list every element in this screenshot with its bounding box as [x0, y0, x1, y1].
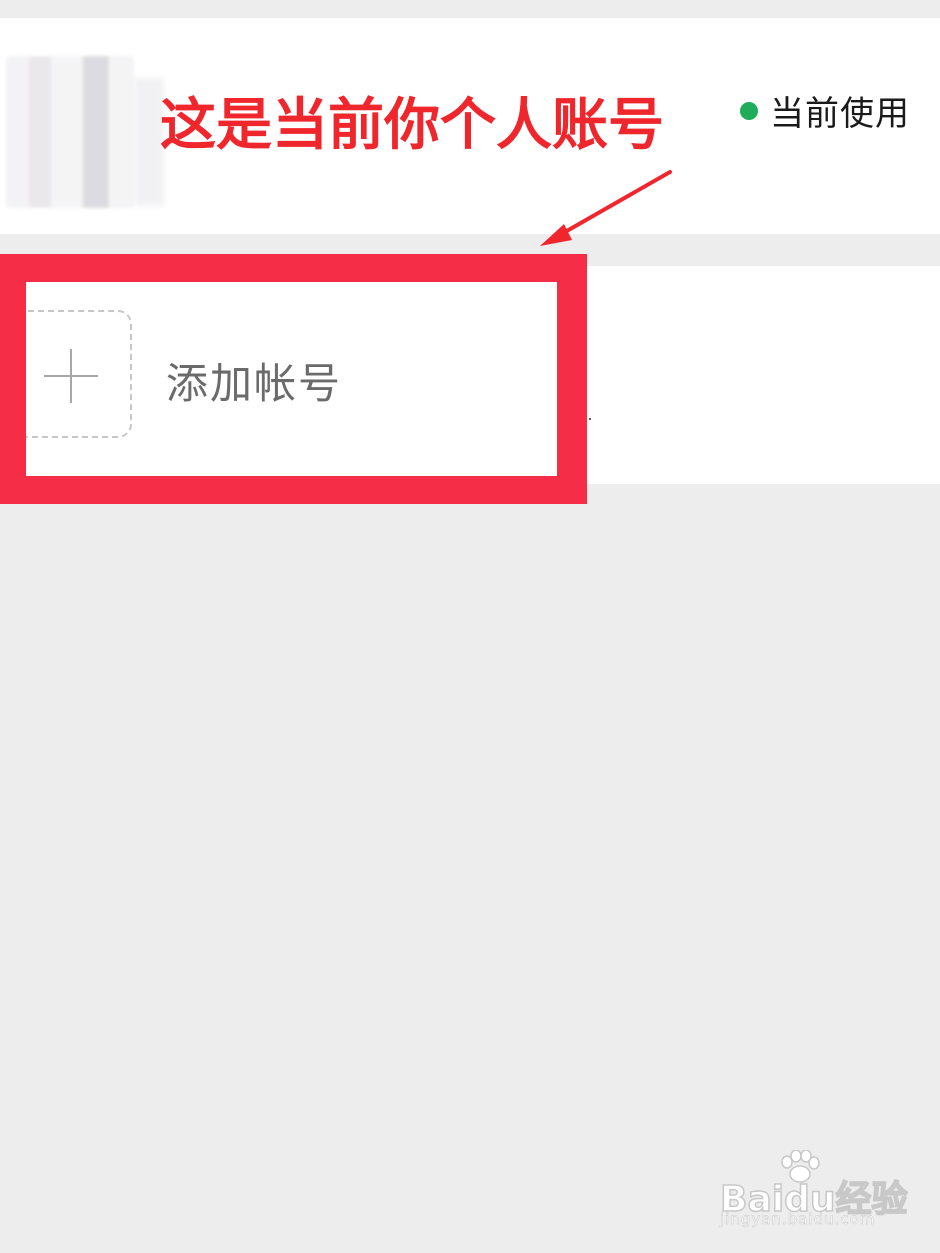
status-dot-icon — [740, 101, 758, 120]
highlight-box — [0, 254, 587, 504]
current-status: 当前使用 — [740, 86, 910, 135]
annotation-text: 这是当前你个人账号 — [160, 93, 664, 158]
divider-dot — [589, 418, 591, 420]
watermark: Baidu经验 jingyan.baidu.com — [719, 1150, 920, 1230]
avatar — [6, 56, 134, 208]
watermark-url: jingyan.baidu.com — [720, 1210, 876, 1229]
annotation-arrow-icon — [540, 170, 672, 246]
status-label: 当前使用 — [770, 94, 910, 134]
